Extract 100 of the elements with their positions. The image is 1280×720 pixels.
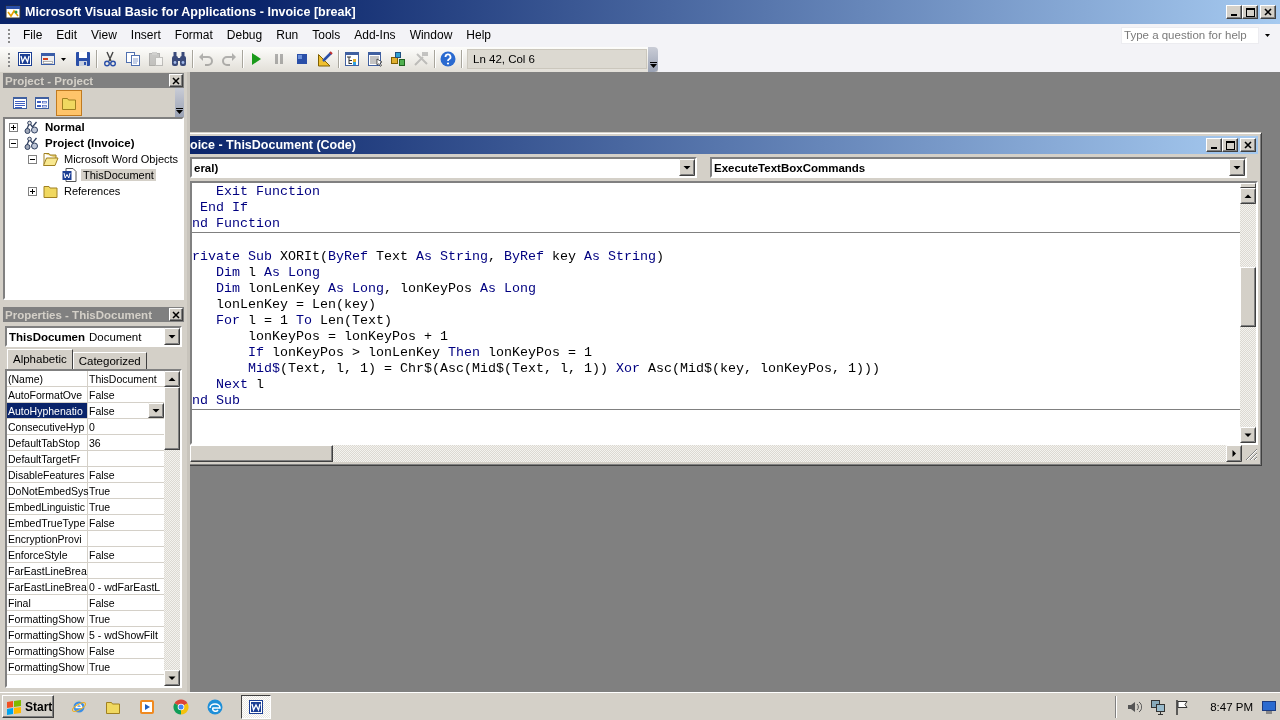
scroll-down-arrow-icon[interactable] <box>1240 427 1256 443</box>
menu-item[interactable]: Format <box>167 26 220 44</box>
property-name[interactable]: DefaultTabStop <box>7 435 88 450</box>
scrollbar-thumb[interactable] <box>1240 267 1256 327</box>
property-name[interactable]: DoNotEmbedSys <box>7 483 88 498</box>
tab[interactable]: Alphabetic <box>7 349 73 369</box>
property-name[interactable]: FormattingShow <box>7 659 88 674</box>
media-player-icon[interactable] <box>139 698 155 715</box>
menu-item[interactable]: Edit <box>49 26 85 44</box>
menu-item[interactable]: File <box>16 26 50 44</box>
start-button[interactable]: Start <box>2 695 54 718</box>
property-name[interactable]: FarEastLineBrea <box>7 563 88 578</box>
close-button[interactable] <box>1240 138 1256 152</box>
collapse-icon[interactable] <box>28 154 37 164</box>
flag-icon[interactable] <box>1174 698 1191 715</box>
property-name[interactable]: EncryptionProvi <box>7 531 88 546</box>
vertical-scrollbar[interactable] <box>1240 183 1256 443</box>
vertical-scrollbar[interactable] <box>164 371 180 686</box>
minimize-button[interactable] <box>1206 138 1222 152</box>
scissors-icon[interactable] <box>102 51 118 67</box>
object-combo[interactable]: eral) <box>190 157 697 178</box>
folder-icon[interactable] <box>56 89 82 116</box>
expand-icon[interactable] <box>9 122 18 132</box>
property-name[interactable]: ConsecutiveHyp <box>7 419 88 434</box>
menu-item[interactable]: View <box>84 26 124 44</box>
caret-icon[interactable] <box>61 57 66 61</box>
list-window-icon[interactable] <box>367 51 383 67</box>
menu-item[interactable]: Add-Ins <box>347 26 403 44</box>
scroll-up-arrow-icon[interactable] <box>164 371 180 387</box>
maximize-button[interactable] <box>1222 138 1238 152</box>
wave-logo-icon[interactable] <box>207 698 223 715</box>
property-value: ThisDocument <box>89 372 157 385</box>
tree-item[interactable]: Project (Invoice) <box>43 137 137 149</box>
minimize-button[interactable] <box>1226 5 1242 19</box>
ruler-pencil-icon[interactable] <box>317 51 333 67</box>
toolbar-options-icon[interactable] <box>649 61 657 68</box>
code-line: nd Sub <box>192 393 240 408</box>
menu-item[interactable]: Help <box>459 26 498 44</box>
collapse-icon[interactable] <box>9 138 18 148</box>
copy-icon[interactable] <box>125 51 141 67</box>
caret-icon[interactable] <box>1265 33 1270 37</box>
menu-item[interactable]: Debug <box>219 26 270 44</box>
property-name[interactable]: Final <box>7 595 88 610</box>
toolbar-options-icon[interactable] <box>176 108 183 114</box>
ring-logo-icon[interactable] <box>173 698 189 715</box>
scrollbar-thumb[interactable] <box>164 387 180 450</box>
window-title: Microsoft Visual Basic for Applications - Invoice [break] <box>25 5 356 19</box>
property-value: False <box>89 468 115 481</box>
binoculars-icon[interactable] <box>171 51 187 67</box>
close-button[interactable] <box>169 308 183 321</box>
menu-item[interactable]: Tools <box>305 26 348 44</box>
close-button[interactable] <box>1260 5 1276 19</box>
property-name[interactable]: FarEastLineBrea <box>7 579 88 594</box>
tree-window-icon[interactable] <box>344 51 360 67</box>
show-desktop-icon[interactable] <box>1261 698 1277 715</box>
help-search-field[interactable]: Type a question for help <box>1121 26 1259 44</box>
property-name[interactable]: EnforceStyle <box>7 547 88 562</box>
tree-item[interactable]: Microsoft Word Objects <box>62 153 181 165</box>
expand-icon[interactable] <box>28 186 37 196</box>
property-name[interactable]: FormattingShow <box>7 643 88 658</box>
property-name[interactable]: EmbedTrueType <box>7 515 88 530</box>
menu-item[interactable]: Insert <box>123 26 168 44</box>
property-name[interactable]: AutoHyphenatio <box>7 403 88 418</box>
save-icon[interactable] <box>75 51 91 67</box>
scroll-down-arrow-icon[interactable] <box>164 670 180 686</box>
scroll-right-arrow-icon[interactable] <box>1226 445 1242 462</box>
tree-item[interactable]: References <box>62 185 123 197</box>
form-icon[interactable] <box>40 51 56 67</box>
tab[interactable]: Categorized <box>72 352 147 369</box>
stop-icon[interactable] <box>294 51 310 67</box>
horizontal-scrollbar[interactable] <box>190 445 1226 462</box>
property-name[interactable]: FormattingShow <box>7 611 88 626</box>
taskbar-button[interactable] <box>241 694 271 719</box>
menu-item[interactable]: Window <box>402 26 460 44</box>
tree-item[interactable]: Normal <box>43 121 87 133</box>
dropdown-arrow-icon[interactable] <box>148 403 164 418</box>
close-button[interactable] <box>169 74 183 87</box>
network-icon[interactable] <box>1150 698 1167 715</box>
procedure-combo[interactable]: ExecuteTextBoxCommands <box>710 157 1247 178</box>
menu-item[interactable]: Run <box>269 26 306 44</box>
maximize-button[interactable] <box>1242 5 1258 19</box>
dropdown-arrow-icon[interactable] <box>1229 159 1245 176</box>
shapes-icon[interactable] <box>390 51 406 67</box>
clock: 8:47 PM <box>1210 700 1253 713</box>
code-line: nd Function <box>192 216 280 231</box>
position-indicator: Ln 42, Col 6 <box>467 49 647 69</box>
scrollbar-thumb[interactable] <box>190 445 333 462</box>
property-name[interactable]: AutoFormatOve <box>7 387 88 402</box>
property-name[interactable]: EmbedLinguistic <box>7 499 88 514</box>
property-name[interactable]: FormattingShow <box>7 627 88 642</box>
property-name[interactable]: (Name) <box>7 371 88 386</box>
help-icon[interactable] <box>440 51 456 67</box>
dropdown-arrow-icon[interactable] <box>679 159 695 176</box>
object-combo[interactable]: ThisDocumen Document <box>5 326 182 347</box>
tree-item[interactable]: ThisDocument <box>81 169 156 181</box>
document-icon[interactable] <box>17 51 33 67</box>
property-name[interactable]: DefaultTargetFr <box>7 451 88 466</box>
nodes-icon <box>23 135 40 151</box>
property-name[interactable]: DisableFeatures <box>7 467 88 482</box>
dropdown-arrow-icon[interactable] <box>164 328 180 345</box>
